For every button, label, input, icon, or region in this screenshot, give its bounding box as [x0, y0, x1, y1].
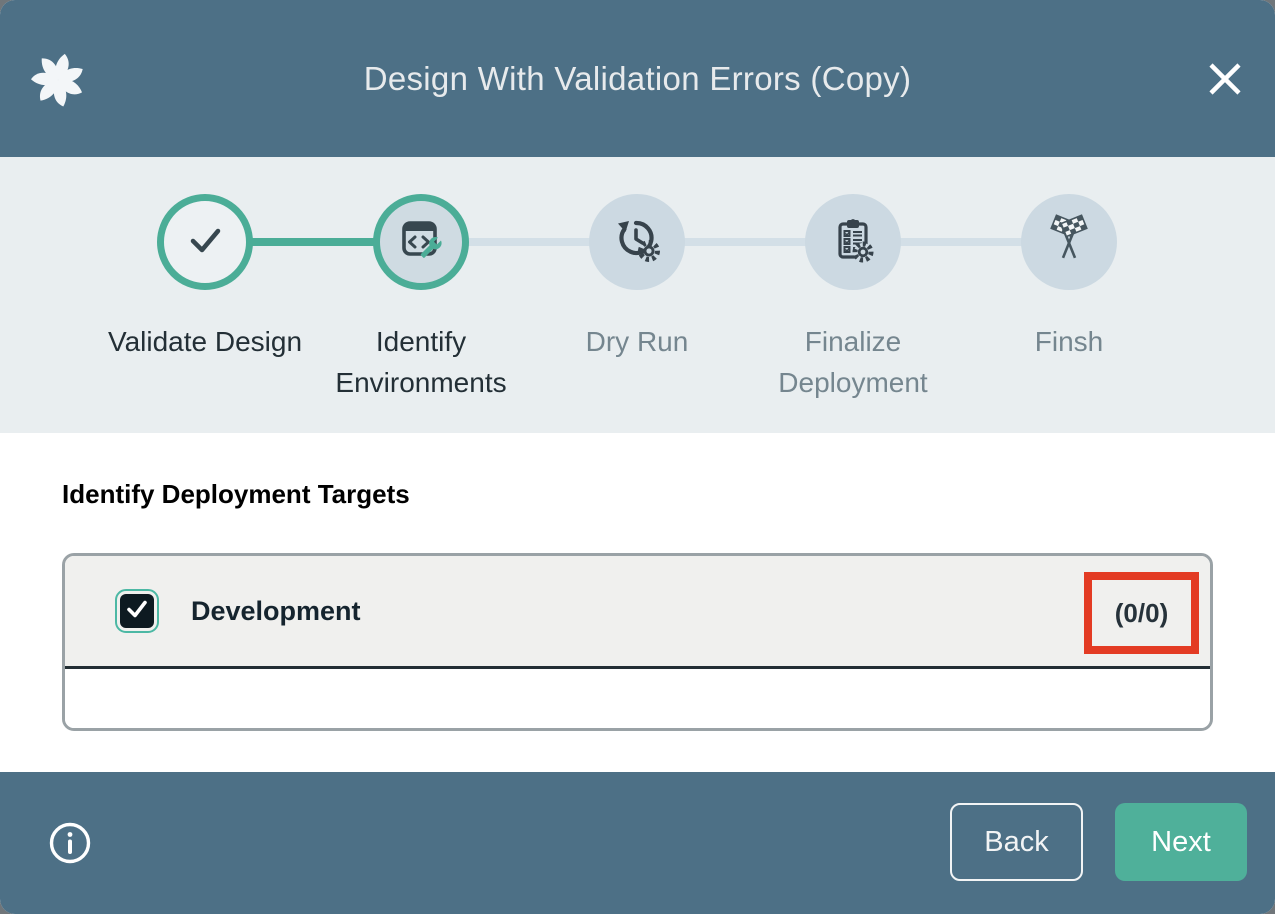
step-circle-upcoming[interactable]	[805, 194, 901, 290]
target-label: Development	[191, 596, 361, 627]
step-label: Dry Run	[586, 321, 689, 362]
info-button[interactable]	[48, 821, 92, 865]
step-circle-upcoming[interactable]	[1021, 194, 1117, 290]
step-label: Finalize Deployment	[752, 321, 954, 403]
step-dry-run[interactable]: Dry Run	[529, 157, 745, 403]
deployment-target-list: Development (0/0)	[62, 553, 1213, 731]
step-identify-environments[interactable]: Identify Environments	[313, 157, 529, 403]
checkmark-icon	[124, 596, 150, 627]
step-finalize-deployment[interactable]: Finalize Deployment	[745, 157, 961, 403]
close-button[interactable]	[1203, 58, 1247, 102]
step-circle-upcoming[interactable]	[589, 194, 685, 290]
dialog-header: Design With Validation Errors (Copy)	[0, 0, 1275, 157]
checkered-flags-icon	[1042, 213, 1096, 272]
clipboard-gear-icon	[827, 214, 879, 271]
page-title: Identify Deployment Targets	[62, 479, 410, 510]
back-button[interactable]: Back	[950, 803, 1083, 881]
close-icon	[1204, 58, 1246, 103]
wizard-stepper: Validate Design	[0, 157, 1275, 433]
target-count-badge: (0/0)	[1115, 598, 1168, 629]
development-checkbox[interactable]	[120, 594, 154, 628]
annotation-highlight-box: (0/0)	[1084, 572, 1199, 654]
wizard-step-content: Identify Deployment Targets Development …	[0, 433, 1275, 772]
step-label: Finsh	[1035, 321, 1103, 362]
step-circle-completed[interactable]	[157, 194, 253, 290]
step-label: Identify Environments	[320, 321, 522, 403]
step-label: Validate Design	[108, 321, 302, 362]
dialog-footer: Back Next	[0, 772, 1275, 914]
stepper-steps: Validate Design	[97, 157, 1177, 403]
deployment-wizard-dialog: Design With Validation Errors (Copy)	[0, 0, 1275, 914]
next-button[interactable]: Next	[1115, 803, 1247, 881]
code-window-wrench-icon	[395, 214, 447, 271]
history-gear-icon	[611, 214, 663, 271]
check-icon	[180, 215, 230, 270]
target-list-empty-area	[65, 669, 1210, 731]
step-circle-current[interactable]	[373, 194, 469, 290]
info-icon	[48, 853, 92, 868]
step-finish[interactable]: Finsh	[961, 157, 1177, 403]
dialog-title: Design With Validation Errors (Copy)	[0, 0, 1275, 157]
step-validate-design[interactable]: Validate Design	[97, 157, 313, 403]
target-row-development[interactable]: Development (0/0)	[65, 556, 1210, 669]
